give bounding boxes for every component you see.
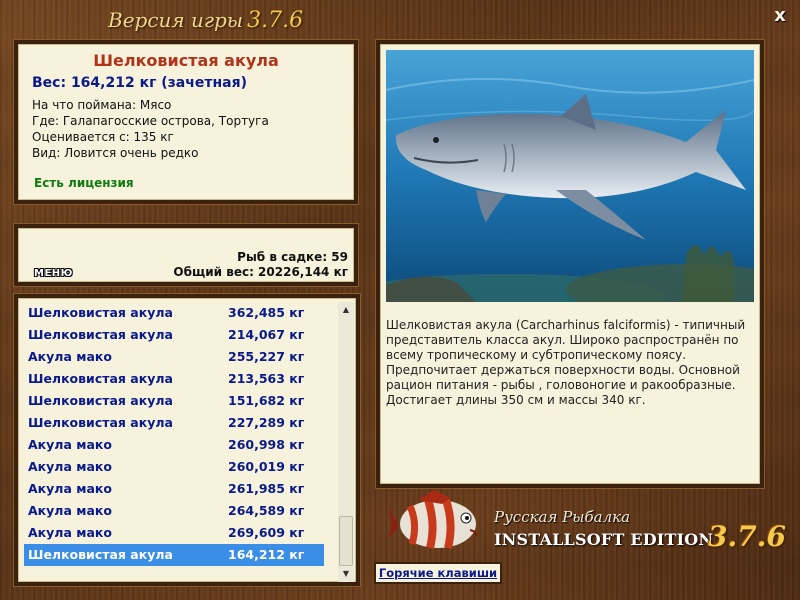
scroll-thumb[interactable] [339, 516, 353, 566]
fish-row-weight: 260,998 кг [228, 437, 305, 452]
fish-row-name: Акула мако [28, 349, 112, 364]
catch-info-panel: Шелковистая акула Вес: 164,212 кг (зачет… [14, 40, 358, 204]
license-status: Есть лицензия [34, 176, 134, 190]
shark-illustration [386, 50, 754, 302]
catch-place: Где: Галапагосские острова, Тортуга [32, 114, 269, 128]
cage-stats: Рыб в садке: 59 Общий вес: 20226,144 кг [173, 250, 348, 280]
fish-row-name: Акула мако [28, 437, 112, 452]
close-icon: x [774, 5, 786, 26]
fish-photo-panel: Шелковистая акула (Carcharhinus falcifor… [376, 40, 764, 488]
fish-list-row[interactable]: Акула мако 260,019 кг [24, 456, 324, 478]
scroll-up-icon[interactable]: ▲ [338, 302, 354, 318]
close-button[interactable]: x [770, 6, 790, 26]
list-scrollbar[interactable]: ▲ ▼ [338, 302, 354, 582]
fish-logo-icon [388, 490, 478, 549]
catch-fish-name: Шелковистая акула [93, 51, 279, 70]
fish-list-row[interactable]: Шелковистая акула 151,682 кг [24, 390, 324, 412]
fish-list-row[interactable]: Акула мако 261,985 кг [24, 478, 324, 500]
fish-list: Шелковистая акула 362,485 кг Шелковистая а… [24, 302, 356, 566]
brand-edition: INSTALLSOFT EDITION [494, 530, 714, 549]
fish-row-name: Акула мако [28, 525, 112, 540]
hotkeys-link[interactable]: Горячие клавиши [374, 562, 502, 584]
version-label: Версия игры [108, 8, 244, 32]
fish-list-row[interactable]: Шелковистая акула 213,563 кг [24, 368, 324, 390]
catch-bait: На что поймана: Мясо [32, 98, 172, 112]
fish-row-weight: 261,985 кг [228, 481, 305, 496]
fish-row-name: Шелковистая акула [28, 371, 173, 386]
scroll-down-icon[interactable]: ▼ [338, 566, 354, 582]
brand-version: 3.7.6 [708, 520, 786, 553]
fish-list-row[interactable]: Шелковистая акула 362,485 кг [24, 302, 324, 324]
fish-row-weight: 164,212 кг [228, 547, 305, 562]
fish-row-weight: 269,609 кг [228, 525, 305, 540]
catch-valued-from: Оценивается с: 135 кг [32, 130, 174, 144]
version-title: Версия игры 3.7.6 [108, 8, 303, 38]
fish-row-weight: 260,019 кг [228, 459, 305, 474]
fish-list-row[interactable]: Акула мако 269,609 кг [24, 522, 324, 544]
fish-list-row[interactable]: Акула мако 255,227 кг [24, 346, 324, 368]
fish-row-weight: 264,589 кг [228, 503, 305, 518]
version-number: 3.7.6 [247, 8, 304, 33]
fish-row-name: Шелковистая акула [28, 393, 173, 408]
fish-row-name: Шелковистая акула [28, 305, 173, 320]
fish-list-row[interactable]: Шелковистая акула 227,289 кг [24, 412, 324, 434]
catch-rarity: Вид: Ловится очень редко [32, 146, 199, 160]
fish-list-row[interactable]: Шелковистая акула 214,067 кг [24, 324, 324, 346]
fish-in-cage: Рыб в садке: 59 [237, 250, 348, 264]
catch-weight: Вес: 164,212 кг (зачетная) [32, 75, 247, 91]
fish-row-weight: 213,563 кг [228, 371, 305, 386]
menu-button[interactable]: МЕНЮ [34, 268, 73, 279]
total-weight: Общий вес: 20226,144 кг [173, 265, 348, 279]
brand-script-title: Русская Рыбалка [494, 508, 631, 526]
fish-description: Шелковистая акула (Carcharhinus falcifor… [386, 318, 746, 407]
fish-row-weight: 214,067 кг [228, 327, 305, 342]
fish-row-weight: 227,289 кг [228, 415, 305, 430]
fish-list-row[interactable]: Акула мако 264,589 кг [24, 500, 324, 522]
fish-row-weight: 362,485 кг [228, 305, 305, 320]
fish-row-weight: 151,682 кг [228, 393, 305, 408]
stats-panel: МЕНЮ Рыб в садке: 59 Общий вес: 20226,14… [14, 224, 358, 286]
fish-list-row[interactable]: Акула мако 260,998 кг [24, 434, 324, 456]
fish-list-panel: Шелковистая акула 362,485 кг Шелковистая а… [14, 294, 360, 586]
fish-row-weight: 255,227 кг [228, 349, 305, 364]
fish-row-name: Шелковистая акула [28, 415, 173, 430]
shark-photo [386, 50, 754, 302]
brand-logo: Русская Рыбалка INSTALLSOFT EDITION 3.7.… [388, 490, 798, 560]
fish-row-name: Акула мако [28, 503, 112, 518]
fish-row-name: Акула мако [28, 481, 112, 496]
fish-list-row[interactable]: Шелковистая акула 164,212 кг [24, 544, 324, 566]
fish-row-name: Акула мако [28, 459, 112, 474]
fish-row-name: Шелковистая акула [28, 547, 173, 562]
fish-row-name: Шелковистая акула [28, 327, 173, 342]
